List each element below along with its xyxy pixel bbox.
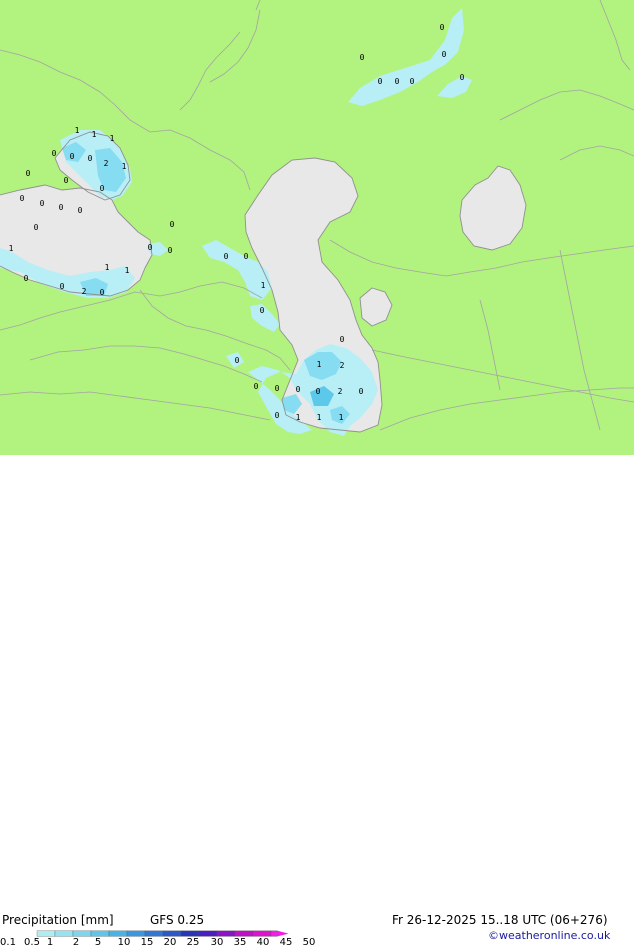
color-scale-tick-label: 15 — [140, 937, 154, 948]
color-scale-segment — [198, 930, 218, 937]
precip-value-label: 2 — [104, 159, 109, 168]
precip-value-label: 0 — [296, 385, 301, 394]
precip-value-label: 0 — [244, 252, 249, 261]
precip-value-label: 0 — [59, 203, 64, 212]
color-scale-segment — [180, 930, 200, 937]
color-scale-tick-label: 2 — [72, 937, 80, 948]
precip-value-label: 0 — [316, 387, 321, 396]
precip-value-label: 0 — [60, 282, 65, 291]
color-scale-segment — [252, 930, 272, 937]
color-scale-segment — [216, 930, 236, 937]
precip-value-label: 0 — [78, 206, 83, 215]
color-scale-segment — [162, 930, 182, 937]
precip-value-label: 0 — [20, 194, 25, 203]
color-scale-tick-label: 5 — [94, 937, 102, 948]
color-scale-tick-label: 40 — [256, 937, 270, 948]
color-scale-segment — [72, 930, 92, 937]
precip-value-label: 0 — [442, 50, 447, 59]
color-scale-segment — [270, 930, 278, 937]
color-scale-segment — [234, 930, 254, 937]
color-scale-tick-label: 20 — [163, 937, 177, 948]
color-scale-tick-label: 50 — [302, 937, 316, 948]
precip-value-label: 0 — [395, 77, 400, 86]
precip-value-label: 0 — [359, 387, 364, 396]
precip-value-label: 0 — [410, 77, 415, 86]
credit-link[interactable]: ©weatheronline.co.uk — [488, 929, 610, 942]
precip-value-label: 1 — [122, 162, 127, 171]
color-scale-segment — [90, 930, 110, 937]
color-scale-tick-label: 0.5 — [24, 937, 40, 948]
precip-value-label: 0 — [275, 384, 280, 393]
precip-value-label: 0 — [40, 199, 45, 208]
precip-value-label: 1 — [261, 281, 266, 290]
precip-value-label: 0 — [440, 23, 445, 32]
precip-value-label: 0 — [360, 53, 365, 62]
precip-value-label: 0 — [170, 220, 175, 229]
precip-value-label: 2 — [340, 361, 345, 370]
precip-value-label: 1 — [317, 413, 322, 422]
precip-value-label: 0 — [24, 274, 29, 283]
product-title: Precipitation [mm] — [2, 913, 114, 927]
precip-value-label: 1 — [110, 134, 115, 143]
precip-value-label: 0 — [88, 154, 93, 163]
color-scale-arrow — [277, 930, 289, 937]
color-scale-segment — [108, 930, 128, 937]
precip-value-label: 2 — [82, 287, 87, 296]
precip-value-label: 1 — [105, 263, 110, 272]
precip-value-label: 0 — [100, 288, 105, 297]
precip-value-label: 1 — [92, 130, 97, 139]
precip-value-label: 1 — [125, 266, 130, 275]
model-name: GFS 0.25 — [150, 913, 205, 927]
color-scale-tick-label: 0.1 — [0, 937, 16, 948]
color-scale-segment — [36, 930, 56, 937]
precip-value-label: 0 — [460, 73, 465, 82]
precip-value-label: 0 — [260, 306, 265, 315]
precip-value-label: 0 — [34, 223, 39, 232]
precip-value-label: 0 — [224, 252, 229, 261]
precip-value-label: 1 — [317, 360, 322, 369]
precip-value-label: 0 — [275, 411, 280, 420]
precip-value-label: 1 — [296, 413, 301, 422]
precip-value-label: 0 — [70, 152, 75, 161]
color-scale-tick-label: 45 — [279, 937, 293, 948]
precip-value-label: 0 — [26, 169, 31, 178]
precip-value-label: 0 — [378, 77, 383, 86]
precipitation-map: 0 0 0 0 0 0 0 1 1 1 0 0 0 2 1 0 0 0 0 0 0 0 0 0 0 1 0 1 1 2 0 0 0 0 0 1 0 0 0 1… — [0, 0, 634, 455]
precip-value-label: 0 — [168, 246, 173, 255]
color-scale-tick-label: 10 — [117, 937, 131, 948]
precip-value-label: 0 — [148, 243, 153, 252]
precip-value-label: 1 — [9, 244, 14, 253]
color-scale-tick-label: 35 — [233, 937, 247, 948]
precip-value-label: 0 — [100, 184, 105, 193]
precip-value-label: 0 — [340, 335, 345, 344]
precip-value-label: 0 — [52, 149, 57, 158]
precip-value-label: 1 — [339, 413, 344, 422]
map-canvas: 0 0 0 0 0 0 0 1 1 1 0 0 0 2 1 0 0 0 0 0 0 0 0 0 0 1 0 1 1 2 0 0 0 0 0 1 0 0 0 1… — [0, 0, 634, 455]
precip-value-label: 2 — [338, 387, 343, 396]
precip-value-label: 0 — [235, 356, 240, 365]
color-scale-tick-label: 1 — [46, 937, 54, 948]
color-scale-segment — [144, 930, 164, 937]
precip-value-label: 1 — [75, 126, 80, 135]
valid-time: Fr 26-12-2025 15..18 UTC (06+276) — [392, 913, 608, 927]
color-scale-tick-label: 30 — [210, 937, 224, 948]
precip-value-label: 0 — [64, 176, 69, 185]
color-scale-segment — [54, 930, 74, 937]
map-footer: Precipitation [mm] GFS 0.25 Fr 26-12-202… — [0, 455, 634, 948]
color-scale-segment — [126, 930, 146, 937]
precip-value-label: 0 — [254, 382, 259, 391]
color-scale-tick-label: 25 — [186, 937, 200, 948]
